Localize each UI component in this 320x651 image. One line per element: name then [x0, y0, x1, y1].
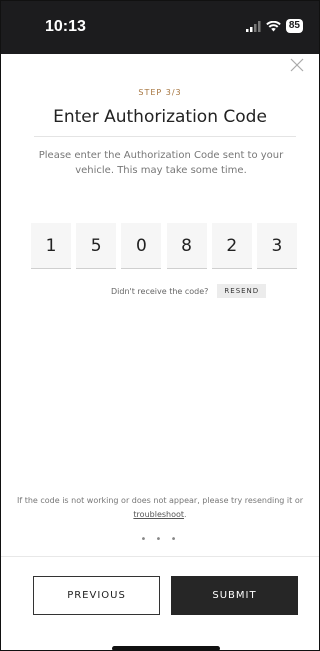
- code-digit-input[interactable]: 2: [211, 223, 252, 269]
- title-divider: [34, 136, 296, 137]
- status-icons: 85: [245, 19, 303, 33]
- status-bar: 10:13 85: [1, 1, 319, 54]
- wifi-icon: [266, 20, 281, 31]
- previous-button[interactable]: PREVIOUS: [33, 576, 160, 615]
- signal-bars-icon: [245, 20, 261, 32]
- help-text-before: If the code is not working or does not a…: [16, 496, 304, 505]
- code-digit-input[interactable]: 1: [31, 223, 71, 269]
- code-input-row: 1 5 0 8 2 3: [31, 223, 297, 269]
- code-digit-input[interactable]: 0: [121, 223, 162, 269]
- close-icon[interactable]: [289, 57, 305, 73]
- status-time: 10:13: [45, 18, 86, 35]
- home-indicator: [112, 646, 220, 650]
- app-screen: 10:13 85 STEP 3/3 Enter Authorization Co…: [0, 0, 320, 651]
- help-text: If the code is not working or does not a…: [11, 494, 309, 522]
- step-indicator: STEP 3/3: [138, 88, 182, 97]
- code-digit-input[interactable]: 3: [256, 223, 297, 269]
- resend-prompt: Didn't receive the code?: [111, 286, 209, 296]
- battery-indicator: 85: [285, 19, 303, 33]
- submit-button[interactable]: SUBMIT: [171, 576, 298, 615]
- code-digit-input[interactable]: 8: [166, 223, 207, 269]
- troubleshoot-link[interactable]: troubleshoot: [133, 510, 184, 519]
- page-title: Enter Authorization Code: [53, 107, 267, 127]
- resend-button[interactable]: RESEND: [217, 284, 267, 298]
- instructions-text: Please enter the Authorization Code sent…: [38, 150, 284, 176]
- footer-divider: [1, 556, 319, 557]
- help-text-after: .: [184, 510, 187, 519]
- resend-row: Didn't receive the code? RESEND: [111, 284, 267, 298]
- pagination-dots: • • •: [140, 534, 180, 545]
- code-digit-input[interactable]: 5: [76, 223, 117, 269]
